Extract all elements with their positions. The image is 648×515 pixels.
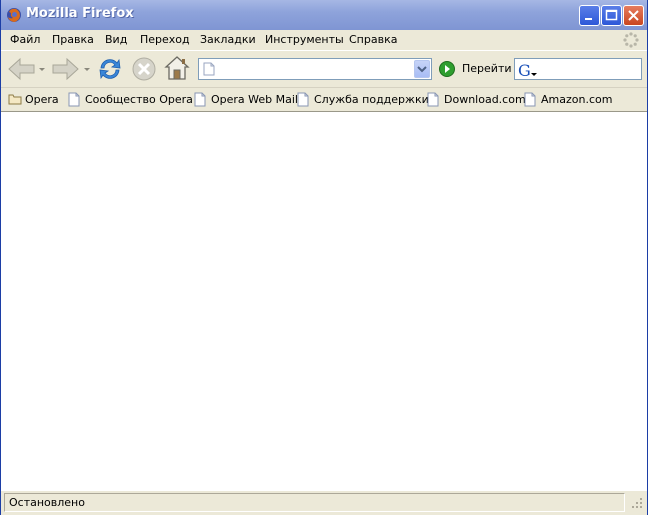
- menu-edit[interactable]: Правка: [52, 33, 94, 46]
- status-bar: Остановлено: [1, 490, 647, 515]
- chevron-down-icon: [417, 66, 427, 73]
- url-bar[interactable]: [198, 58, 432, 80]
- back-button[interactable]: [7, 56, 47, 82]
- page-icon: [297, 92, 309, 107]
- menu-tools[interactable]: Инструменты: [265, 33, 344, 46]
- search-input[interactable]: [539, 61, 635, 77]
- page-content[interactable]: [1, 111, 647, 490]
- status-panel: Остановлено: [4, 493, 625, 512]
- bookmark-label: Сообщество Opera: [85, 93, 193, 106]
- throbber-icon: [622, 31, 640, 49]
- back-arrow-icon: [8, 57, 45, 81]
- bookmark-label: Opera Web Mail: [211, 93, 298, 106]
- svg-text:G: G: [518, 61, 531, 79]
- minimize-icon: [585, 18, 592, 20]
- menu-file[interactable]: Файл: [10, 33, 40, 46]
- go-button[interactable]: Перейти: [438, 60, 512, 78]
- status-text: Остановлено: [9, 496, 85, 509]
- bookmark-opera-web-mail[interactable]: Opera Web Mail: [194, 91, 298, 109]
- navigation-toolbar: Перейти G: [1, 50, 647, 87]
- maximize-button[interactable]: [601, 5, 622, 26]
- home-icon: [164, 56, 190, 80]
- menu-view[interactable]: Вид: [105, 33, 127, 46]
- bookmark-label: Download.com: [444, 93, 526, 106]
- minimize-button[interactable]: [579, 5, 600, 26]
- menu-bookmarks[interactable]: Закладки: [200, 33, 256, 46]
- page-icon: [524, 92, 536, 107]
- bookmark-label: Opera: [25, 93, 59, 106]
- close-button[interactable]: [623, 5, 644, 26]
- close-icon: [628, 10, 639, 21]
- firefox-icon: [6, 7, 22, 23]
- bookmark-opera-community[interactable]: Сообщество Opera: [68, 91, 193, 109]
- bookmark-label: Amazon.com: [541, 93, 613, 106]
- folder-icon: [8, 94, 22, 105]
- reload-icon: [99, 58, 121, 80]
- bookmark-amazon-com[interactable]: Amazon.com: [524, 91, 612, 109]
- title-bar[interactable]: Mozilla Firefox: [1, 0, 647, 31]
- maximize-icon: [605, 9, 618, 21]
- reload-button[interactable]: [96, 55, 124, 83]
- home-button[interactable]: [163, 54, 191, 83]
- menu-go[interactable]: Переход: [140, 33, 190, 46]
- forward-arrow-icon: [52, 57, 90, 81]
- url-input[interactable]: [219, 61, 409, 77]
- google-icon[interactable]: G: [517, 61, 539, 82]
- bookmark-folder-opera[interactable]: Opera: [8, 91, 63, 109]
- go-arrow-icon: [439, 61, 455, 77]
- menu-bar: Файл Правка Вид Переход Закладки Инструм…: [1, 30, 647, 50]
- page-icon: [203, 62, 215, 79]
- resize-grip-icon[interactable]: [631, 497, 643, 512]
- bookmark-download-com[interactable]: Download.com: [427, 91, 526, 109]
- search-bar[interactable]: G: [514, 58, 642, 80]
- go-label: Перейти: [462, 62, 512, 75]
- browser-window: Mozilla Firefox Файл Правка Вид Переход …: [0, 0, 648, 515]
- bookmark-label: Служба поддержки: [314, 93, 429, 106]
- stop-icon: [132, 57, 156, 81]
- window-title: Mozilla Firefox: [26, 6, 134, 21]
- menu-help[interactable]: Справка: [349, 33, 397, 46]
- bookmark-support[interactable]: Служба поддержки: [297, 91, 429, 109]
- stop-button[interactable]: [130, 55, 158, 83]
- page-icon: [68, 92, 80, 107]
- page-icon: [194, 92, 206, 107]
- url-history-dropdown[interactable]: [414, 60, 430, 78]
- forward-button[interactable]: [51, 56, 93, 82]
- page-icon: [427, 92, 439, 107]
- bookmarks-toolbar: Opera Сообщество Opera Opera Web Mail Сл…: [1, 87, 647, 112]
